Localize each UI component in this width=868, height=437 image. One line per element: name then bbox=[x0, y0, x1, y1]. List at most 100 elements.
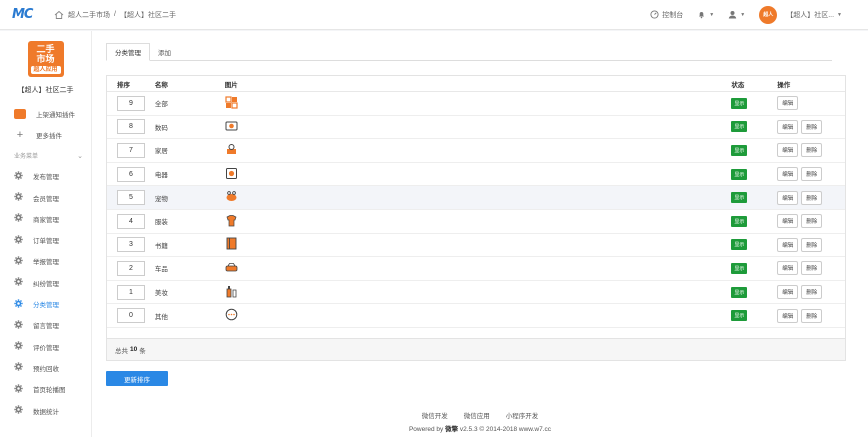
sidebar-item-3[interactable]: 订单管理 bbox=[0, 229, 91, 250]
user-icon bbox=[729, 11, 737, 19]
sort-order-input[interactable]: 6 bbox=[117, 166, 145, 182]
cell-status: 显示 bbox=[731, 215, 777, 227]
app-logo: 二手 市场 超人应用 bbox=[27, 41, 64, 77]
update-sort-button[interactable]: 更新排序 bbox=[106, 371, 168, 386]
app-logo-sub: 超人应用 bbox=[30, 66, 61, 74]
edit-button[interactable]: 编辑 bbox=[777, 214, 799, 229]
status-badge: 显示 bbox=[731, 286, 748, 298]
sidebar-item-0[interactable]: 发布管理 bbox=[0, 166, 91, 187]
edit-button[interactable]: 编辑 bbox=[777, 143, 799, 158]
cell-image bbox=[225, 237, 732, 252]
plugin-icon bbox=[14, 108, 26, 119]
plus-icon: + bbox=[16, 128, 24, 141]
edit-button[interactable]: 编辑 bbox=[777, 237, 799, 252]
table-header: 排序 名称 图片 状态 操作 bbox=[107, 76, 845, 92]
brand-name[interactable]: 微擎 bbox=[445, 426, 458, 433]
tab-category-management[interactable]: 分类管理 bbox=[106, 43, 150, 61]
sort-order-input[interactable]: 0 bbox=[117, 308, 145, 324]
home-icon[interactable] bbox=[54, 10, 64, 20]
sidebar-item-plugin[interactable]: 上架通知插件 bbox=[0, 103, 91, 124]
gear-icon bbox=[14, 234, 23, 246]
edit-button[interactable]: 编辑 bbox=[777, 285, 799, 300]
user-menu[interactable]: ▼ bbox=[728, 10, 745, 19]
notification-menu[interactable]: ▼ bbox=[697, 10, 714, 19]
delete-button[interactable]: 删除 bbox=[801, 167, 823, 182]
footer-link-wechat-app[interactable]: 微信应用 bbox=[464, 410, 490, 420]
sidebar-item-more-plugins[interactable]: + 更多插件 bbox=[0, 124, 91, 145]
sort-order-input[interactable]: 1 bbox=[117, 284, 145, 300]
delete-button[interactable]: 删除 bbox=[801, 285, 823, 300]
sidebar-item-9[interactable]: 预约回收 bbox=[0, 357, 91, 378]
sort-order-input[interactable]: 5 bbox=[117, 190, 145, 206]
sidebar-item-label: 预约回收 bbox=[33, 365, 59, 373]
sidebar-item-4[interactable]: 举报管理 bbox=[0, 251, 91, 272]
breadcrumb-item-market[interactable]: 超人二手市场 bbox=[68, 10, 110, 20]
table-row: 3 书籍 显示 编辑 删除 bbox=[107, 234, 845, 258]
sort-order-input[interactable]: 2 bbox=[117, 260, 145, 276]
sort-order-input[interactable]: 9 bbox=[117, 95, 145, 111]
delete-button[interactable]: 删除 bbox=[801, 261, 823, 276]
sidebar-item-6[interactable]: 分类管理 bbox=[0, 293, 91, 314]
sidebar-item-label: 举报管理 bbox=[33, 259, 59, 267]
status-badge: 显示 bbox=[731, 239, 748, 251]
cell-name: 车品 bbox=[154, 266, 168, 274]
header-status: 状态 bbox=[731, 81, 745, 89]
delete-button[interactable]: 删除 bbox=[801, 143, 823, 158]
sidebar-item-5[interactable]: 纠纷管理 bbox=[0, 272, 91, 293]
logo[interactable]: MC bbox=[0, 0, 48, 30]
cell-image bbox=[225, 143, 732, 158]
gear-icon bbox=[14, 192, 23, 203]
delete-button[interactable]: 删除 bbox=[801, 308, 823, 323]
page-footer: 微信开发 微信应用 小程序开发 Powered by 微擎 v2.5.3 © 2… bbox=[92, 410, 868, 433]
sort-order-input[interactable]: 7 bbox=[117, 142, 145, 158]
sidebar-item-label: 留言管理 bbox=[33, 323, 59, 331]
status-badge: 显示 bbox=[731, 97, 748, 109]
chevron-down-icon: ▼ bbox=[837, 11, 842, 18]
category-icon bbox=[225, 214, 238, 229]
sidebar-item-1[interactable]: 会员管理 bbox=[0, 187, 91, 208]
delete-button[interactable]: 删除 bbox=[801, 237, 823, 252]
sidebar-section-header[interactable]: 业务菜单 ⌄ bbox=[0, 146, 91, 166]
sort-order-input[interactable]: 4 bbox=[117, 213, 145, 229]
category-icon bbox=[225, 263, 238, 276]
edit-button[interactable]: 编辑 bbox=[777, 119, 799, 134]
sort-order-input[interactable]: 8 bbox=[117, 119, 145, 135]
sidebar-item-7[interactable]: 留言管理 bbox=[0, 315, 91, 336]
category-icon bbox=[225, 308, 238, 323]
logo-mark: MC bbox=[12, 7, 34, 22]
delete-button[interactable]: 删除 bbox=[801, 190, 823, 205]
copy-suffix: v2.5.3 © 2014-2018 www.w7.cc bbox=[459, 426, 552, 433]
sidebar-item-2[interactable]: 商家管理 bbox=[0, 208, 91, 229]
cell-name: 服装 bbox=[154, 219, 168, 227]
breadcrumb-item-app[interactable]: 【超人】社区二手 bbox=[120, 10, 176, 20]
cell-name: 全部 bbox=[154, 101, 168, 109]
sidebar-item-11[interactable]: 数据统计 bbox=[0, 400, 91, 421]
bell-icon bbox=[699, 12, 705, 19]
cell-status: 显示 bbox=[731, 144, 777, 156]
sidebar-item-10[interactable]: 首页轮播图 bbox=[0, 379, 91, 400]
top-bar: MC 超人二手市场 / 【超人】社区二手 控制台 ▼ ▼ 超人 【超人】社区..… bbox=[0, 0, 868, 30]
sidebar-item-8[interactable]: 评价管理 bbox=[0, 336, 91, 357]
tab-add[interactable]: 添加 bbox=[150, 43, 179, 61]
gear-icon bbox=[14, 277, 23, 288]
table-row: 6 电器 显示 编辑 删除 bbox=[107, 163, 845, 187]
footer-link-wechat-dev[interactable]: 微信开发 bbox=[422, 410, 448, 420]
delete-button[interactable]: 删除 bbox=[801, 214, 823, 229]
footer-link-miniprogram[interactable]: 小程序开发 bbox=[506, 410, 539, 420]
cell-sort: 8 bbox=[107, 119, 155, 135]
main-content: 分类管理 添加 排序 名称 图片 状态 操作 9 全部 显示 编辑 8 数码 显示 编辑 删除 7… bbox=[92, 31, 868, 437]
edit-button[interactable]: 编辑 bbox=[777, 96, 799, 111]
console-link[interactable]: 控制台 bbox=[650, 10, 683, 20]
status-badge: 显示 bbox=[731, 310, 748, 322]
edit-button[interactable]: 编辑 bbox=[777, 261, 799, 276]
account-switcher[interactable]: 超人 【超人】社区... ▼ bbox=[759, 5, 842, 24]
edit-button[interactable]: 编辑 bbox=[777, 190, 799, 205]
cell-sort: 9 bbox=[107, 95, 155, 111]
table-body: 9 全部 显示 编辑 8 数码 显示 编辑 删除 7 家居 显示 编辑 删除 6 电器 显示 编辑 删除 5 宠物 显示编… bbox=[107, 92, 845, 328]
cell-image bbox=[225, 119, 732, 134]
delete-button[interactable]: 删除 bbox=[801, 119, 823, 134]
edit-button[interactable]: 编辑 bbox=[777, 308, 799, 323]
edit-button[interactable]: 编辑 bbox=[777, 167, 799, 182]
cell-status: 显示 bbox=[731, 262, 777, 274]
sort-order-input[interactable]: 3 bbox=[117, 237, 145, 253]
